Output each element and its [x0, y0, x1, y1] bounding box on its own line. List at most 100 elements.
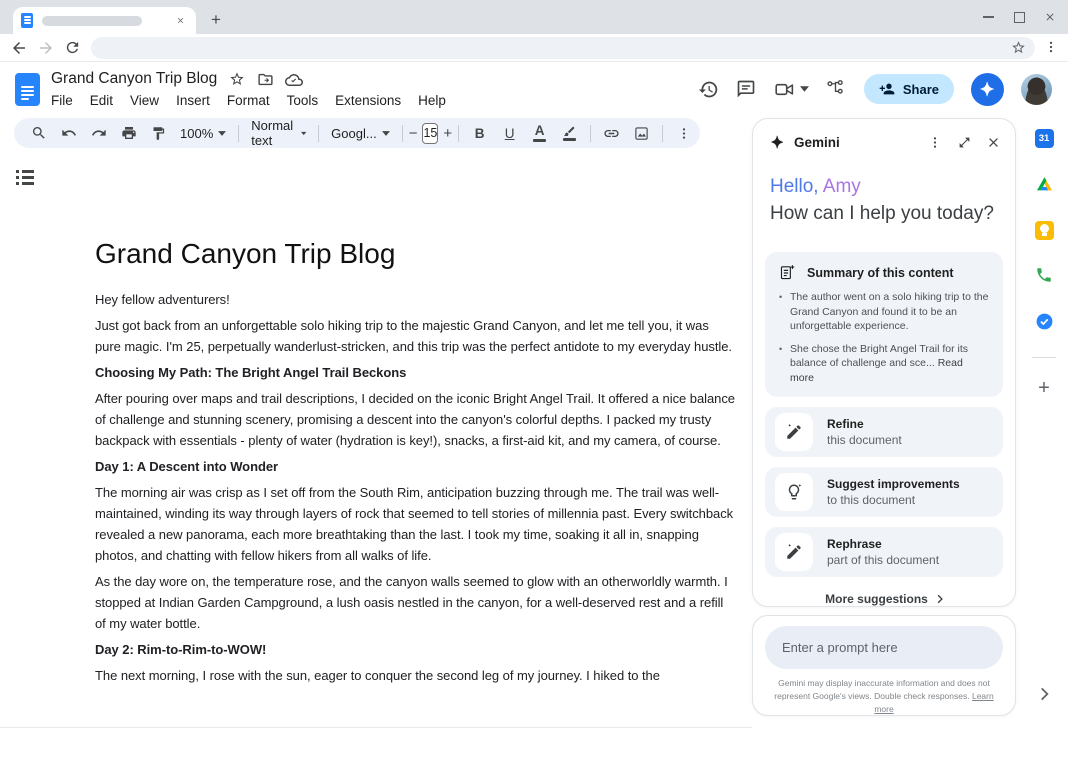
- increase-font-button[interactable]: +: [443, 125, 452, 142]
- summary-bullet: The author went on a solo hiking trip to…: [779, 290, 989, 334]
- docs-header: Grand Canyon Trip Blog File Edit View Inser…: [0, 63, 1068, 115]
- tab-close-icon[interactable]: [172, 13, 188, 29]
- browser-tab-strip: +: [0, 0, 1068, 34]
- menu-tools[interactable]: Tools: [287, 93, 319, 108]
- bold-button[interactable]: B: [465, 120, 494, 146]
- new-tab-button[interactable]: +: [206, 10, 226, 30]
- gemini-panel-title: Gemini: [794, 135, 916, 150]
- gemini-close-icon[interactable]: [983, 132, 1003, 152]
- underline-button[interactable]: U: [495, 120, 524, 146]
- calendar-icon[interactable]: 31: [1032, 126, 1056, 150]
- minimize-icon[interactable]: [982, 11, 994, 23]
- docs-logo-icon[interactable]: [15, 73, 40, 106]
- doc-paragraph: The next morning, I rose with the sun, e…: [95, 665, 735, 686]
- docs-toolbar: 100% Normal text Googl... − 15 + B U A: [14, 118, 700, 148]
- reload-icon[interactable]: [64, 39, 82, 57]
- doc-paragraph: After pouring over maps and trail descri…: [95, 388, 735, 451]
- get-addons-icon[interactable]: +: [1032, 376, 1056, 400]
- more-suggestions-link[interactable]: More suggestions: [753, 592, 1015, 606]
- cloud-status-icon[interactable]: [285, 71, 301, 87]
- document-outline-icon[interactable]: [16, 170, 34, 186]
- forward-icon[interactable]: [37, 39, 55, 57]
- font-size-input[interactable]: 15: [422, 123, 438, 144]
- doc-paragraph: Hey fellow adventurers!: [95, 289, 735, 310]
- doc-heading: Day 1: A Descent into Wonder: [95, 456, 735, 477]
- gemini-panel: Gemini Hello, Amy How can I help you tod…: [752, 118, 1016, 607]
- star-icon[interactable]: [229, 71, 245, 87]
- paint-format-icon[interactable]: [144, 120, 173, 146]
- suggestion-rephrase[interactable]: Rephrase part of this document: [765, 527, 1003, 577]
- menu-edit[interactable]: Edit: [90, 93, 113, 108]
- header-actions: Share: [698, 73, 1052, 106]
- prompt-input[interactable]: [765, 626, 1003, 669]
- drive-icon[interactable]: [1032, 172, 1056, 196]
- move-folder-icon[interactable]: [257, 71, 273, 87]
- back-icon[interactable]: [10, 39, 28, 57]
- chevron-down-icon: [800, 86, 809, 92]
- menu-file[interactable]: File: [51, 93, 73, 108]
- menu-view[interactable]: View: [130, 93, 159, 108]
- pen-spark-icon: [775, 533, 813, 571]
- address-bar[interactable]: [91, 37, 1035, 59]
- insert-link-icon[interactable]: [597, 120, 626, 146]
- styles-select[interactable]: Normal text: [245, 120, 312, 146]
- tasks-icon[interactable]: [1032, 309, 1056, 333]
- doc-heading: Day 2: Rim-to-Rim-to-WOW!: [95, 639, 735, 660]
- menu-insert[interactable]: Insert: [176, 93, 210, 108]
- font-select[interactable]: Googl...: [325, 120, 396, 146]
- decrease-font-button[interactable]: −: [409, 125, 418, 142]
- phone-icon[interactable]: [1032, 263, 1056, 287]
- gemini-expand-icon[interactable]: [954, 132, 974, 152]
- print-icon[interactable]: [114, 120, 143, 146]
- window-controls: [982, 0, 1056, 34]
- keep-icon[interactable]: [1032, 218, 1056, 242]
- close-window-icon[interactable]: [1044, 11, 1056, 23]
- style-value: Normal text: [251, 118, 296, 148]
- suggestion-improve[interactable]: Suggest improvements to this document: [765, 467, 1003, 517]
- page-boundary-line: [0, 727, 752, 728]
- read-more-link[interactable]: Read more: [790, 357, 963, 384]
- account-avatar[interactable]: [1021, 74, 1052, 105]
- gemini-header: Gemini: [753, 119, 1015, 152]
- summary-card[interactable]: Summary of this content The author went …: [765, 252, 1003, 397]
- suggestion-title: Rephrase: [827, 537, 939, 552]
- highlight-color-button[interactable]: [555, 120, 584, 146]
- menu-format[interactable]: Format: [227, 93, 270, 108]
- chevron-right-icon[interactable]: [1032, 682, 1056, 706]
- gemini-menu-icon[interactable]: [925, 132, 945, 152]
- comments-icon[interactable]: [736, 79, 757, 100]
- zoom-value: 100%: [180, 126, 213, 141]
- workflow-icon[interactable]: [826, 79, 847, 100]
- gemini-button[interactable]: [971, 73, 1004, 106]
- redo-icon[interactable]: [84, 120, 113, 146]
- undo-icon[interactable]: [54, 120, 83, 146]
- document-title[interactable]: Grand Canyon Trip Blog: [51, 70, 217, 88]
- doc-paragraph: As the day wore on, the temperature rose…: [95, 571, 735, 634]
- insert-image-icon[interactable]: [627, 120, 656, 146]
- suggestion-title: Suggest improvements: [827, 477, 960, 492]
- gemini-prompt-area: Gemini may display inaccurate informatio…: [752, 615, 1016, 716]
- browser-menu-icon[interactable]: [1044, 39, 1058, 57]
- browser-tab[interactable]: [13, 7, 196, 34]
- doc-body[interactable]: Grand Canyon Trip Blog Hey fellow advent…: [95, 148, 735, 728]
- suggestion-subtitle: part of this document: [827, 553, 939, 568]
- tab-title-placeholder: [42, 16, 142, 26]
- bookmark-star-icon[interactable]: [1011, 40, 1026, 55]
- version-history-icon[interactable]: [698, 79, 719, 100]
- menu-extensions[interactable]: Extensions: [335, 93, 401, 108]
- meet-button[interactable]: [774, 79, 809, 100]
- google-docs-window: +: [0, 0, 1068, 766]
- suggestion-subtitle: this document: [827, 433, 902, 448]
- text-color-button[interactable]: A: [525, 120, 554, 146]
- maximize-icon[interactable]: [1013, 11, 1025, 23]
- bulb-spark-icon: [775, 473, 813, 511]
- rail-divider: [1032, 357, 1056, 358]
- zoom-select[interactable]: 100%: [174, 120, 232, 146]
- chevron-down-icon: [382, 131, 390, 136]
- menu-help[interactable]: Help: [418, 93, 446, 108]
- share-button[interactable]: Share: [864, 74, 954, 104]
- toolbar-more-icon[interactable]: [669, 120, 698, 146]
- suggestion-refine[interactable]: Refine this document: [765, 407, 1003, 457]
- search-icon[interactable]: [24, 120, 53, 146]
- suggestion-subtitle: to this document: [827, 493, 960, 508]
